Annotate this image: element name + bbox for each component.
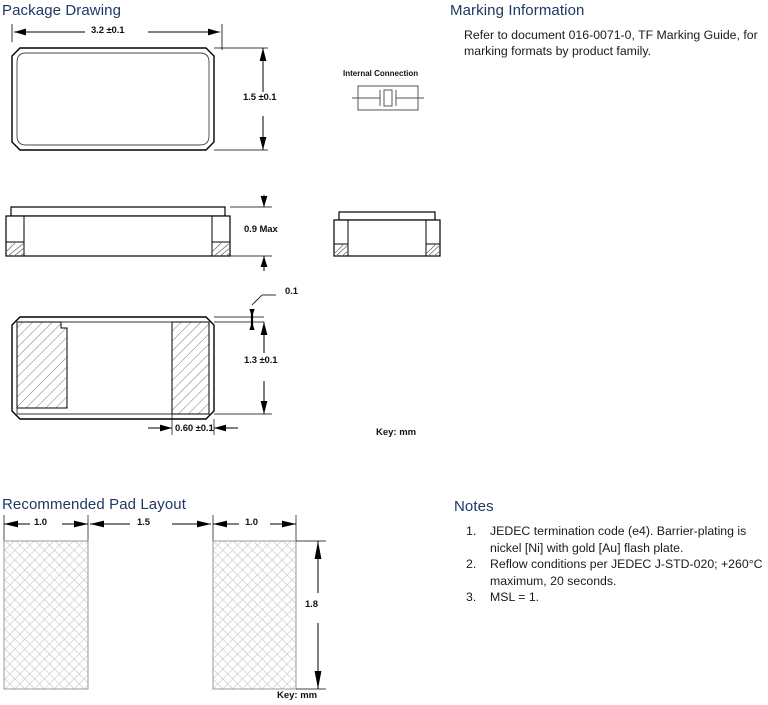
package-body-side: [333, 219, 441, 257]
marking-information-line1: Refer to document 016-0071-0, TF Marking…: [464, 28, 758, 42]
arrowhead: [314, 541, 322, 559]
arrowhead: [260, 322, 268, 335]
arrowhead: [197, 520, 211, 528]
crystal-element: [383, 89, 393, 107]
dim-label-pad-length: 0.60 ±0.1: [175, 423, 214, 434]
notes-title: Notes: [454, 498, 494, 515]
note-item: 2. Reflow conditions per JEDEC J-STD-020…: [464, 556, 764, 589]
package-body: [5, 215, 231, 257]
arrowhead: [259, 48, 267, 61]
marking-information-line2: marking formats by product family.: [464, 44, 652, 58]
dim-label-pad-width: 1.3 ±0.1: [244, 355, 278, 366]
recommended-pad-layout-title: Recommended Pad Layout: [2, 496, 186, 513]
dim-label-pad-gap: 0.1: [285, 286, 298, 297]
arrowhead: [90, 520, 104, 528]
arrowhead: [74, 520, 88, 528]
note-line1: Reflow conditions per JEDEC J-STD-020; +…: [490, 557, 763, 571]
internal-connection-symbol: [352, 85, 424, 111]
pad-layout-drawing: [3, 515, 326, 690]
top-view-drawing: [11, 24, 268, 151]
package-drawing-key: Key: mm: [376, 427, 417, 438]
note-number: 2.: [466, 557, 477, 571]
arrowhead: [160, 424, 172, 432]
front-side-view-drawing: [5, 195, 272, 271]
note-line1: JEDEC termination code (e4). Barrier-pla…: [490, 524, 747, 538]
dim-label-height: 0.9 Max: [244, 224, 278, 235]
internal-connection-title: Internal Connection: [343, 69, 419, 78]
arrowhead: [282, 520, 296, 528]
package-drawing-title: Package Drawing: [2, 2, 122, 19]
package-lid: [10, 206, 226, 217]
terminal-pad-left: [16, 321, 68, 409]
arrowhead: [260, 401, 268, 414]
dim-label-pad1-width: 1.0: [34, 517, 47, 528]
marking-information-title: Marking Information: [450, 2, 585, 19]
pad-layout-key: Key: mm: [277, 690, 318, 701]
pcb-pad-left: [3, 540, 89, 690]
note-item: 1. JEDEC termination code (e4). Barrier-…: [464, 523, 764, 556]
arrowhead: [260, 196, 268, 207]
arrowhead: [259, 137, 267, 150]
arrowhead: [213, 520, 227, 528]
arrowhead: [260, 256, 268, 267]
leader-line: [251, 294, 263, 306]
package-lid-side: [338, 211, 436, 221]
bottom-view-drawing: [11, 294, 276, 435]
arrowhead: [4, 520, 18, 528]
note-item: 3. MSL = 1.: [464, 589, 764, 606]
note-line2: maximum, 20 seconds.: [490, 573, 617, 588]
package-outline-outer: [11, 47, 215, 151]
arrowhead: [208, 28, 220, 36]
notes-list: 1. JEDEC termination code (e4). Barrier-…: [464, 523, 764, 606]
dim-label-pad-gap-layout: 1.5: [137, 517, 150, 528]
note-number: 1.: [466, 524, 477, 538]
right-side-view-drawing: [333, 211, 441, 257]
terminal-pad-right: [171, 321, 210, 415]
arrowhead: [14, 28, 26, 36]
dim-label-pad2-width: 1.0: [245, 517, 258, 528]
dim-label-width: 1.5 ±0.1: [243, 92, 277, 103]
dim-label-length: 3.2 ±0.1: [91, 25, 125, 36]
arrowhead: [314, 671, 322, 689]
note-line1: MSL = 1.: [490, 590, 540, 604]
pcb-pad-right: [212, 540, 297, 690]
dim-label-pad-height: 1.8: [305, 599, 318, 610]
arrowhead: [214, 424, 226, 432]
note-number: 3.: [466, 590, 477, 604]
note-line2: nickel [Ni] with gold [Au] flash plate.: [490, 540, 684, 555]
